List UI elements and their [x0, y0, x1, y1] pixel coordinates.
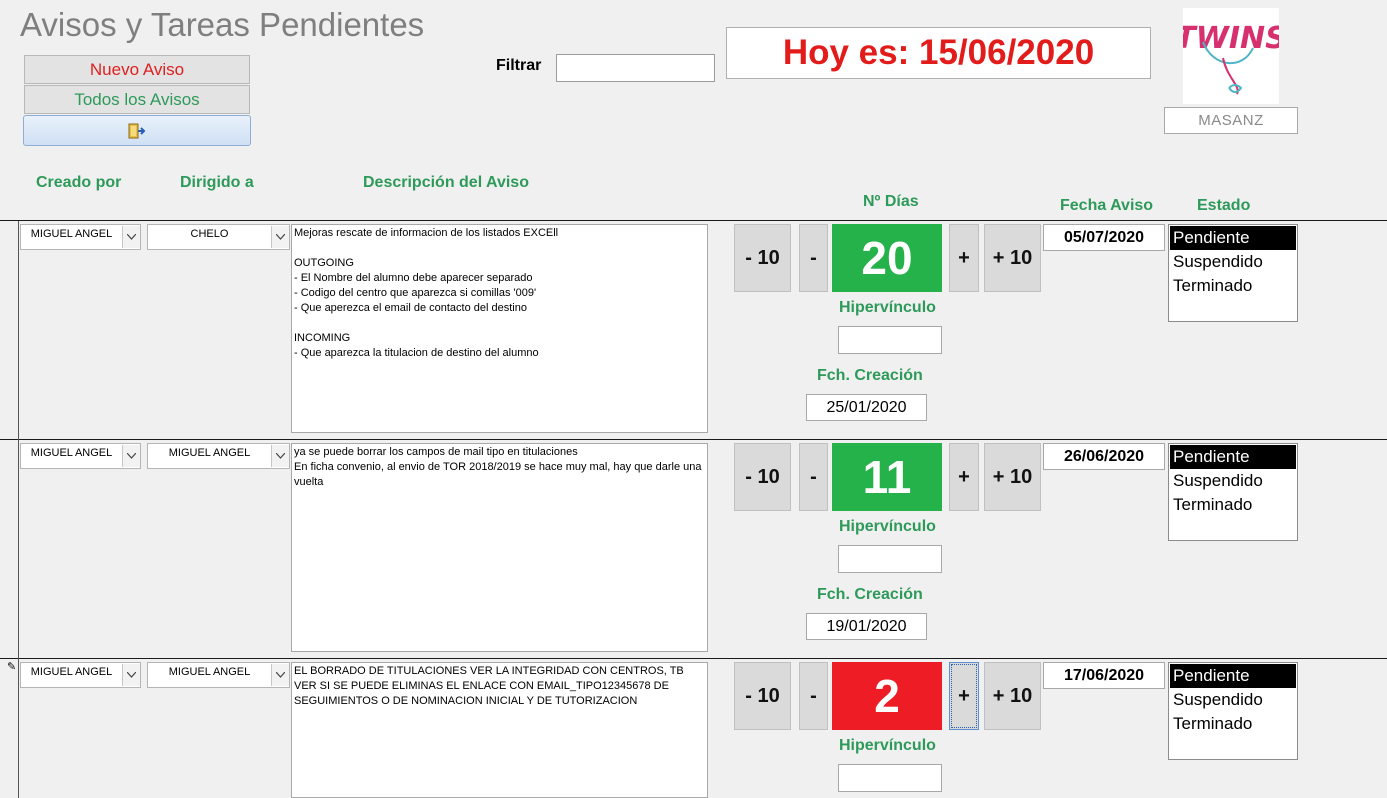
chevron-down-icon[interactable]: [271, 445, 289, 467]
num-dias-display: 20: [832, 224, 942, 292]
column-header-creado-por: Creado por: [36, 174, 122, 191]
creado-por-value: MIGUEL ANGEL: [30, 666, 113, 678]
dirigido-a-combo[interactable]: MIGUEL ANGEL: [147, 443, 290, 469]
hipervinculo-field[interactable]: [838, 764, 942, 792]
all-notices-button[interactable]: Todos los Avisos: [24, 85, 250, 114]
logo-text: TWINS: [1183, 21, 1279, 56]
minus-10-days-button[interactable]: - 10: [734, 224, 791, 292]
estado-option-pendiente[interactable]: Pendiente: [1170, 664, 1296, 688]
estado-option-terminado[interactable]: Terminado: [1170, 712, 1296, 736]
plus-1-day-button[interactable]: +: [949, 662, 979, 730]
hipervinculo-label: Hipervínculo: [839, 299, 936, 316]
minus-10-days-button[interactable]: - 10: [734, 662, 791, 730]
filter-input[interactable]: [556, 54, 715, 82]
hipervinculo-field[interactable]: [838, 545, 942, 573]
dirigido-a-combo[interactable]: CHELO: [147, 224, 290, 250]
plus-10-days-button[interactable]: + 10: [984, 662, 1041, 730]
row-separator: [0, 658, 1387, 659]
plus-1-day-button[interactable]: +: [949, 224, 979, 292]
minus-1-day-button[interactable]: -: [799, 662, 828, 730]
fecha-creacion-field[interactable]: 19/01/2020: [806, 613, 927, 640]
row-separator: [0, 439, 1387, 440]
new-notice-button[interactable]: Nuevo Aviso: [24, 55, 250, 84]
hipervinculo-label: Hipervínculo: [839, 518, 936, 535]
fecha-aviso-field[interactable]: 26/06/2020: [1043, 443, 1165, 470]
estado-listbox[interactable]: Pendiente Suspendido Terminado: [1168, 662, 1298, 760]
exit-door-icon: [128, 123, 146, 138]
dirigido-a-value: MIGUEL ANGEL: [168, 666, 251, 678]
estado-option-suspendido[interactable]: Suspendido: [1170, 688, 1296, 712]
chevron-down-icon[interactable]: [122, 664, 140, 686]
estado-option-terminado[interactable]: Terminado: [1170, 274, 1296, 298]
minus-1-day-button[interactable]: -: [799, 224, 828, 292]
column-header-descripcion: Descripción del Aviso: [363, 174, 529, 191]
estado-option-suspendido[interactable]: Suspendido: [1170, 250, 1296, 274]
exit-button[interactable]: [23, 115, 251, 146]
descripcion-textarea[interactable]: ya se puede borrar los campos de mail ti…: [291, 443, 708, 652]
chevron-down-icon[interactable]: [122, 226, 140, 248]
column-header-num-dias: Nº Días: [863, 193, 919, 210]
fecha-aviso-field[interactable]: 05/07/2020: [1043, 224, 1165, 251]
page-title: Avisos y Tareas Pendientes: [20, 6, 425, 43]
plus-10-days-button[interactable]: + 10: [984, 443, 1041, 511]
estado-listbox[interactable]: Pendiente Suspendido Terminado: [1168, 224, 1298, 322]
fecha-creacion-field[interactable]: 25/01/2020: [806, 394, 927, 421]
chevron-down-icon[interactable]: [271, 226, 289, 248]
record-selector-column[interactable]: [6, 221, 19, 798]
edit-pencil-icon: ✎: [7, 661, 17, 673]
creado-por-value: MIGUEL ANGEL: [30, 228, 113, 240]
creado-por-combo[interactable]: MIGUEL ANGEL: [20, 443, 141, 469]
minus-10-days-button[interactable]: - 10: [734, 443, 791, 511]
dirigido-a-value: CHELO: [190, 228, 229, 240]
dirigido-a-value: MIGUEL ANGEL: [168, 447, 251, 459]
chevron-down-icon[interactable]: [122, 445, 140, 467]
column-header-dirigido-a: Dirigido a: [180, 174, 254, 191]
creado-por-value: MIGUEL ANGEL: [30, 447, 113, 459]
dirigido-a-combo[interactable]: MIGUEL ANGEL: [147, 662, 290, 688]
hipervinculo-label: Hipervínculo: [839, 737, 936, 754]
num-dias-display: 2: [832, 662, 942, 730]
fch-creacion-label: Fch. Creación: [817, 367, 923, 384]
estado-option-pendiente[interactable]: Pendiente: [1170, 226, 1296, 250]
estado-option-terminado[interactable]: Terminado: [1170, 493, 1296, 517]
current-user-field: MASANZ: [1164, 107, 1298, 134]
chevron-down-icon[interactable]: [271, 664, 289, 686]
twins-logo: TWINS: [1175, 8, 1287, 104]
creado-por-combo[interactable]: MIGUEL ANGEL: [20, 224, 141, 250]
descripcion-textarea[interactable]: EL BORRADO DE TITULACIONES VER LA INTEGR…: [291, 662, 708, 798]
plus-10-days-button[interactable]: + 10: [984, 224, 1041, 292]
plus-1-day-button[interactable]: +: [949, 443, 979, 511]
minus-1-day-button[interactable]: -: [799, 443, 828, 511]
estado-option-suspendido[interactable]: Suspendido: [1170, 469, 1296, 493]
num-dias-display: 11: [832, 443, 942, 511]
estado-listbox[interactable]: Pendiente Suspendido Terminado: [1168, 443, 1298, 541]
fecha-aviso-field[interactable]: 17/06/2020: [1043, 662, 1165, 689]
filter-label: Filtrar: [496, 57, 542, 74]
today-date-display: Hoy es: 15/06/2020: [726, 27, 1151, 79]
column-header-estado: Estado: [1197, 197, 1251, 214]
creado-por-combo[interactable]: MIGUEL ANGEL: [20, 662, 141, 688]
row-separator: [0, 220, 1387, 221]
fch-creacion-label: Fch. Creación: [817, 586, 923, 603]
estado-option-pendiente[interactable]: Pendiente: [1170, 445, 1296, 469]
column-header-fecha-aviso: Fecha Aviso: [1060, 197, 1154, 214]
hipervinculo-field[interactable]: [838, 326, 942, 354]
descripcion-textarea[interactable]: Mejoras rescate de informacion de los li…: [291, 224, 708, 433]
